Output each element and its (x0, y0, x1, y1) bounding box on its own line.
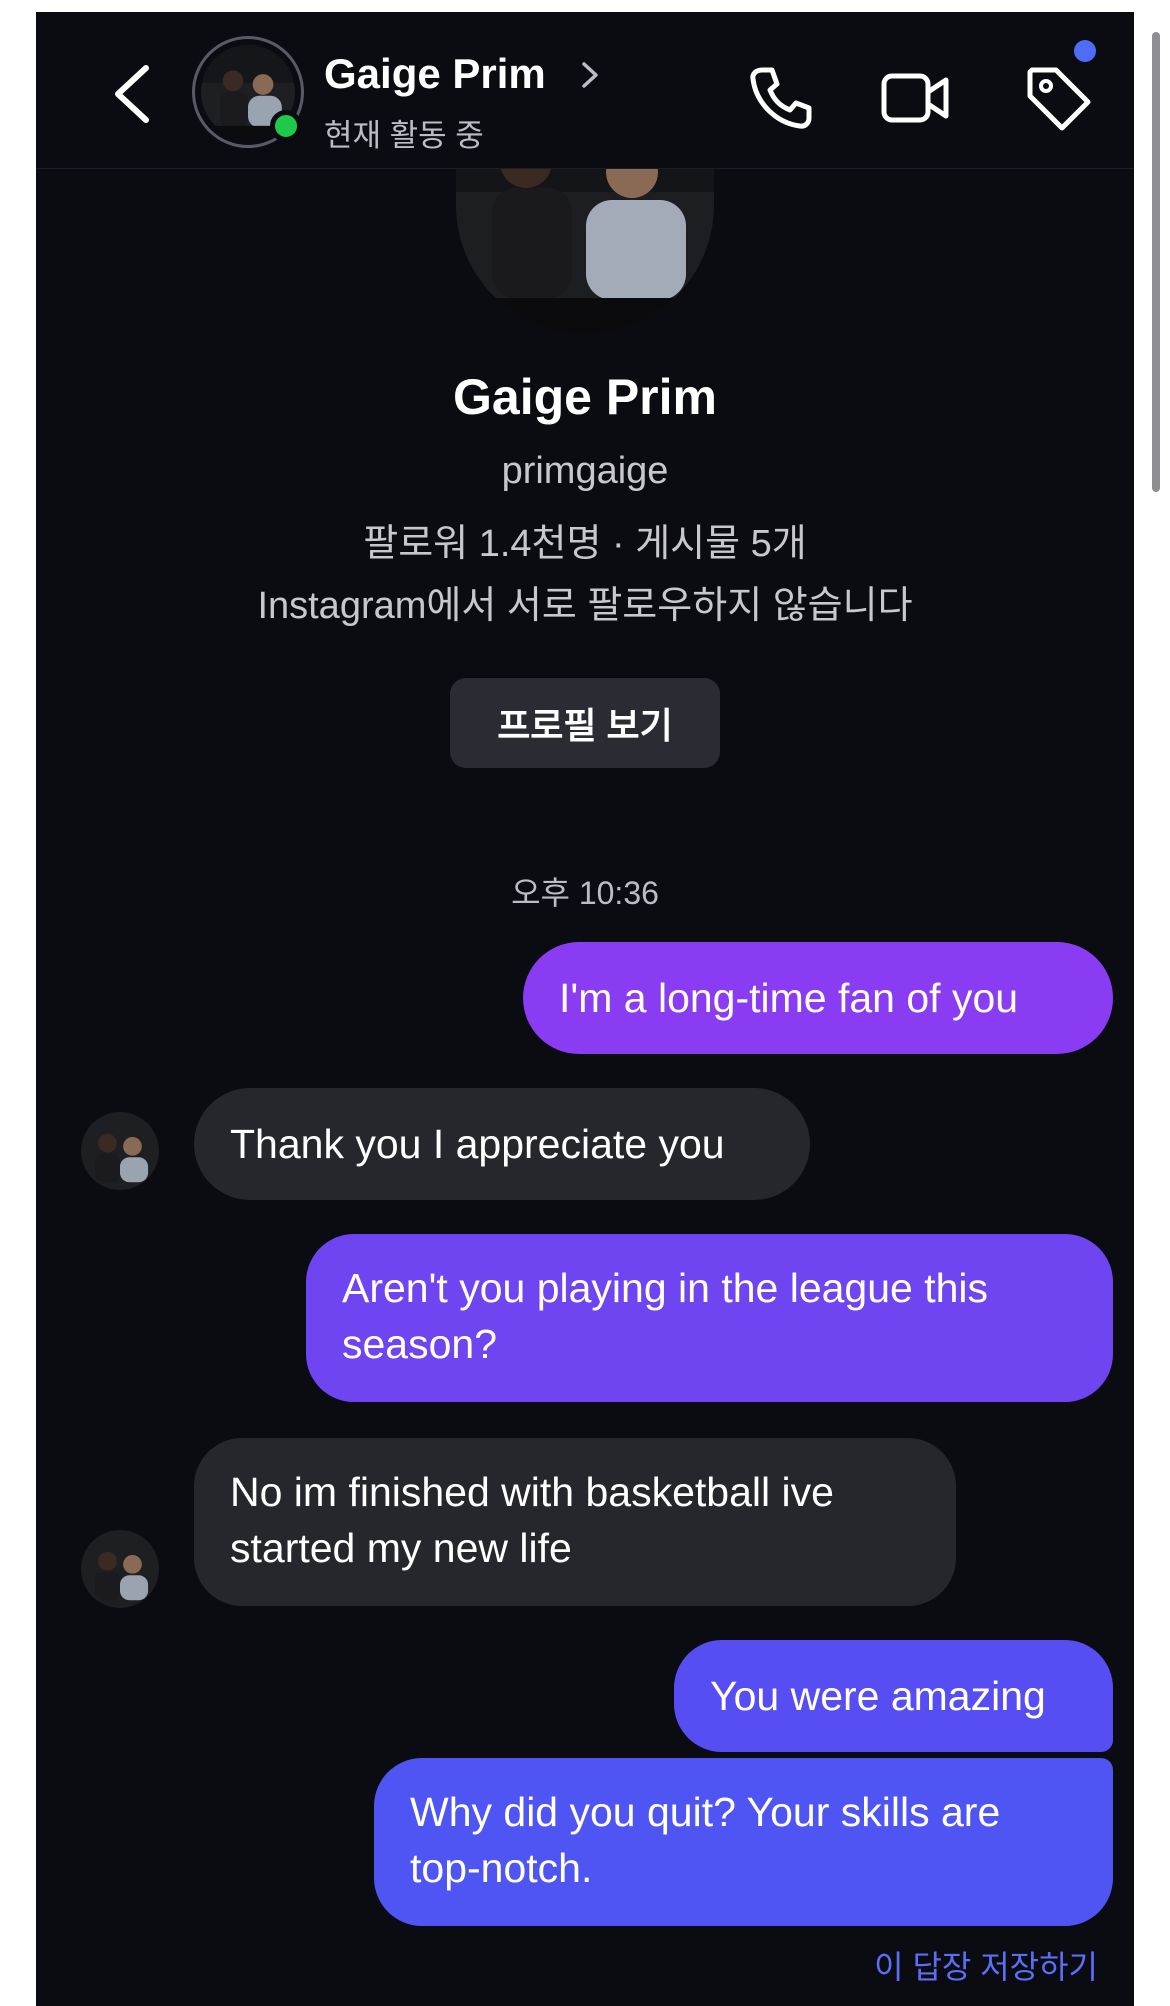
profile-stats: 팔로워 1.4천명 · 게시물 5개 (363, 523, 807, 565)
mutual-follow-note: Instagram에서 서로 팔로우하지 않습니다 (257, 585, 913, 627)
dm-thread-screen: Gaige Prim 현재 활동 중 Gaige Prim primgaige … (36, 12, 1134, 2006)
back-icon (115, 65, 149, 123)
activity-status: 현재 활동 중 (324, 118, 484, 153)
message-incoming[interactable]: Thank you I appreciate you (194, 1088, 810, 1200)
scrollbar[interactable] (1152, 32, 1160, 492)
tag-icon (1027, 67, 1091, 131)
sender-avatar-image (81, 1112, 159, 1190)
message-outgoing[interactable]: Why did you quit? Your skills are top-no… (374, 1758, 1113, 1926)
message-outgoing[interactable]: You were amazing (674, 1640, 1113, 1752)
message-outgoing[interactable]: I'm a long-time fan of you (523, 942, 1113, 1054)
sender-avatar-image (81, 1530, 159, 1608)
phone-icon (750, 67, 812, 129)
online-status-dot (270, 110, 302, 142)
notification-dot (1074, 40, 1096, 62)
profile-username: primgaige (501, 450, 669, 492)
sender-avatar[interactable] (81, 1112, 159, 1190)
contact-name[interactable]: Gaige Prim (324, 50, 546, 98)
video-call-button[interactable] (878, 60, 954, 136)
tag-button[interactable] (1020, 60, 1096, 136)
save-reply-link[interactable]: 이 답장 저장하기 (874, 1942, 1098, 1988)
message-incoming[interactable]: No im finished with basketball ive start… (194, 1438, 956, 1606)
chevron-right-icon[interactable] (578, 56, 602, 94)
message-outgoing[interactable]: Aren't you playing in the league this se… (306, 1234, 1113, 1402)
back-button[interactable] (102, 58, 158, 130)
profile-name: Gaige Prim (453, 369, 717, 425)
view-profile-button[interactable]: 프로필 보기 (450, 678, 720, 768)
voice-call-button[interactable] (742, 60, 818, 136)
video-icon (881, 73, 949, 123)
sender-avatar[interactable] (81, 1530, 159, 1608)
chat-header: Gaige Prim 현재 활동 중 (36, 12, 1134, 169)
message-timestamp: 오후 10:36 (511, 875, 659, 911)
